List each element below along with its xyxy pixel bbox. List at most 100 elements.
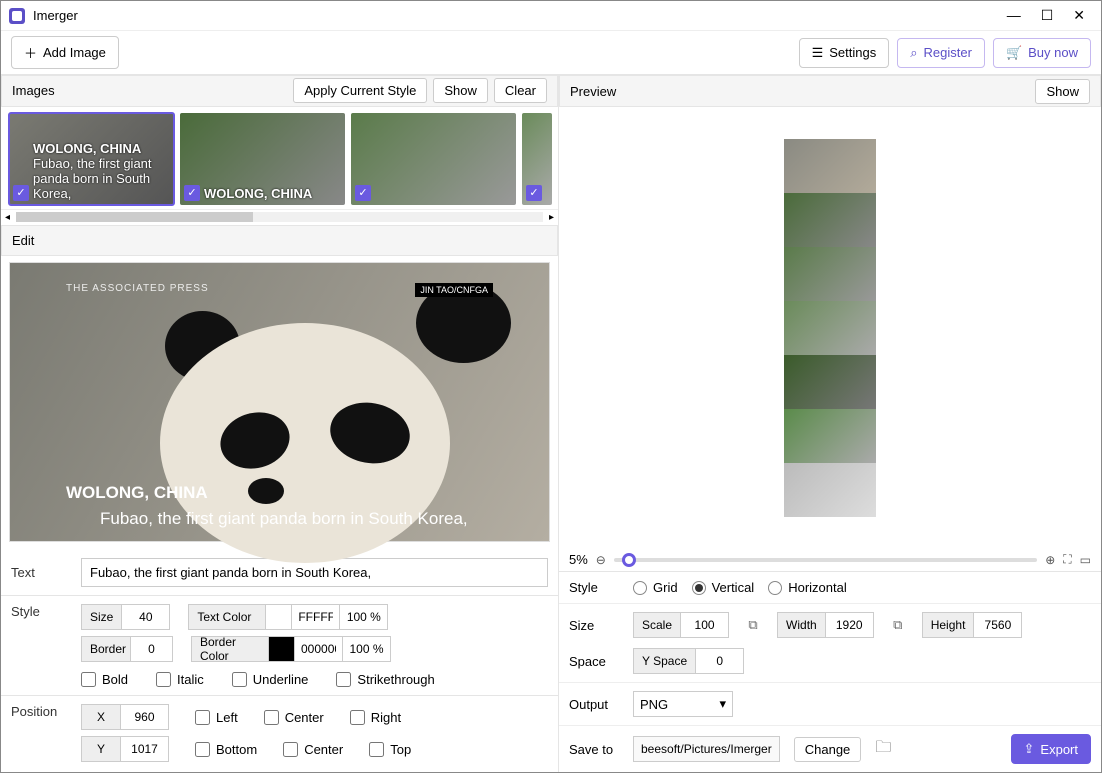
settings-button[interactable]: ☰ Settings [799,38,890,68]
overlay-location: WOLONG, CHINA [66,483,208,503]
bold-checkbox[interactable]: Bold [81,672,128,687]
images-show-button[interactable]: Show [433,78,488,103]
export-label: Export [1040,742,1078,757]
text-label: Text [11,565,71,580]
link-icon[interactable]: ⧉ [743,617,763,633]
overlay-caption: Fubao, the first giant panda born in Sou… [100,509,468,529]
main-toolbar: ＋ Add Image ☰ Settings ⌕ Register 🛒 Buy … [1,31,1101,75]
yspace-input[interactable] [696,648,744,674]
save-to-label: Save to [569,742,619,757]
horizontal-radio[interactable]: Horizontal [768,580,847,595]
pos-bottom-checkbox[interactable]: Bottom [195,742,257,757]
zoom-value: 5% [569,552,588,567]
sliders-icon: ☰ [812,45,824,61]
edit-form: Text Style Size Text Color Border Border… [1,548,558,772]
scale-label: Scale [633,612,681,638]
preview-item [784,193,876,247]
zoom-knob[interactable] [622,553,636,567]
edit-header: Edit [1,225,558,257]
zoom-in-icon[interactable]: ⊕ [1045,553,1055,567]
space-label: Space [569,654,619,669]
zoom-row: 5% ⊖ ⊕ ⛶ ▭ [559,548,1101,572]
bordercolor-swatch[interactable] [269,636,295,662]
change-path-button[interactable]: Change [794,737,862,762]
height-label: Height [922,612,975,638]
apply-style-button[interactable]: Apply Current Style [293,78,427,103]
preview-item [784,409,876,463]
output-label: Output [569,697,619,712]
thumbnail[interactable]: ✓WOLONG, CHINA [180,113,345,205]
width-input[interactable] [826,612,874,638]
credit-badge: JIN TAO/CNFGA [415,283,493,297]
pos-center-x-checkbox[interactable]: Center [264,710,324,725]
preview-item [784,247,876,301]
chevron-down-icon: ▾ [719,696,726,712]
textcolor-input[interactable] [292,604,340,630]
preview-item [784,463,876,517]
actual-size-icon[interactable]: ▭ [1080,553,1091,567]
images-clear-button[interactable]: Clear [494,78,547,103]
source-watermark: THE ASSOCIATED PRESS [66,283,209,294]
zoom-out-icon[interactable]: ⊖ [596,553,606,567]
bordercolor-label: Border Color [191,636,269,662]
thumbnail-strip: ✓ WOLONG, CHINAFubao, the first giant pa… [1,107,558,210]
border-input[interactable] [131,636,173,662]
preview-header: Preview Show [559,75,1101,107]
pos-center-y-checkbox[interactable]: Center [283,742,343,757]
export-button[interactable]: ⇪ Export [1011,734,1091,764]
preview-stack [784,139,876,517]
textcolor-label: Text Color [188,604,266,630]
thumbnail[interactable]: ✓ [522,113,552,205]
y-input[interactable] [121,736,169,762]
thumbnail[interactable]: ✓ [351,113,516,205]
thumb-scrollbar[interactable]: ◂ ▸ [1,209,558,225]
close-icon[interactable]: ✕ [1073,7,1085,24]
preview-show-button[interactable]: Show [1035,79,1090,104]
output-format-select[interactable]: PNG▾ [633,691,733,717]
position-label: Position [11,704,71,719]
maximize-icon[interactable]: ☐ [1041,7,1054,24]
pos-left-checkbox[interactable]: Left [195,710,238,725]
vertical-radio[interactable]: Vertical [692,580,755,595]
add-image-label: Add Image [43,45,106,60]
check-icon: ✓ [13,185,29,201]
pos-right-checkbox[interactable]: Right [350,710,401,725]
edit-preview: THE ASSOCIATED PRESS JIN TAO/CNFGA WOLON… [9,262,550,542]
folder-icon[interactable]: 🗀 [875,736,891,763]
buy-now-button[interactable]: 🛒 Buy now [993,38,1091,68]
plus-icon: ＋ [24,43,37,62]
x-input[interactable] [121,704,169,730]
fit-icon[interactable]: ⛶ [1063,552,1071,567]
preview-item [784,301,876,355]
out-size-label: Size [569,618,619,633]
x-label: X [81,704,121,730]
grid-radio[interactable]: Grid [633,580,678,595]
height-input[interactable] [974,612,1022,638]
strike-checkbox[interactable]: Strikethrough [336,672,434,687]
app-icon [9,8,25,24]
layout-style-label: Style [569,580,619,595]
images-title: Images [12,83,287,98]
scale-input[interactable] [681,612,729,638]
italic-checkbox[interactable]: Italic [156,672,204,687]
width-label: Width [777,612,826,638]
zoom-slider[interactable] [614,558,1037,562]
thumbnail[interactable]: ✓ WOLONG, CHINAFubao, the first giant pa… [9,113,174,205]
minimize-icon[interactable]: — [1007,7,1021,24]
pos-top-checkbox[interactable]: Top [369,742,411,757]
textcolor-swatch[interactable] [266,604,292,630]
scroll-left-icon[interactable]: ◂ [5,212,10,223]
link-icon[interactable]: ⧉ [888,617,908,633]
scroll-right-icon[interactable]: ▸ [549,212,554,223]
scroll-handle[interactable] [16,212,253,222]
add-image-button[interactable]: ＋ Add Image [11,36,119,69]
edit-title: Edit [12,233,547,248]
preview-item [784,355,876,409]
bordercolor-input[interactable] [295,636,343,662]
size-label: Size [81,604,122,630]
textcolor-opacity-input[interactable] [340,604,388,630]
bordercolor-opacity-input[interactable] [343,636,391,662]
underline-checkbox[interactable]: Underline [232,672,309,687]
register-button[interactable]: ⌕ Register [897,38,985,68]
font-size-input[interactable] [122,604,170,630]
